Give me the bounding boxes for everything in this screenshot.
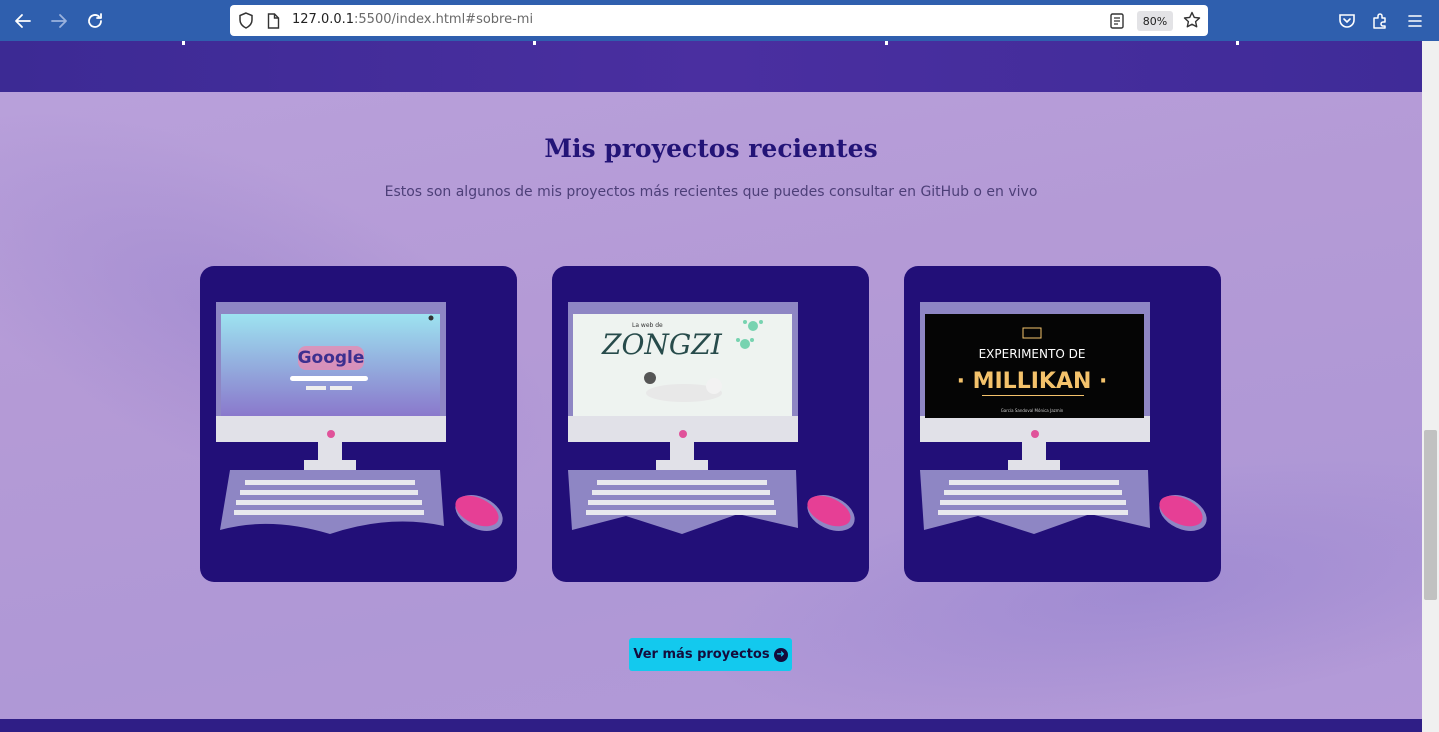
band-mark [1236, 41, 1239, 45]
pocket-icon [1339, 14, 1355, 28]
screen-title: ZONGZI [601, 328, 723, 361]
star-icon[interactable] [1183, 11, 1201, 29]
page-icon [267, 13, 280, 29]
reload-icon [88, 13, 102, 28]
previous-section-band [0, 41, 1422, 92]
extensions-button[interactable] [1367, 8, 1393, 34]
project-card-zongzi[interactable]: La web de ZONGZI [552, 266, 869, 582]
pocket-button[interactable] [1334, 8, 1360, 34]
scrollbar-thumb[interactable] [1424, 430, 1437, 600]
url-path: :5500/index.html#sobre-mi [354, 12, 534, 27]
hamburger-icon [1408, 15, 1422, 27]
band-mark [885, 41, 888, 45]
reload-button[interactable] [82, 8, 108, 34]
reader-view-icon[interactable] [1110, 13, 1124, 29]
page-viewport: Mis proyectos recientes Estos son alguno… [0, 41, 1422, 732]
back-button[interactable] [10, 8, 36, 34]
vertical-scrollbar[interactable] [1422, 41, 1439, 732]
computer-illustration: Google [216, 302, 503, 534]
section-subtitle: Estos son algunos de mis proyectos más r… [384, 184, 1038, 200]
address-bar[interactable]: 127.0.0.1:5500/index.html#sobre-mi 80% [230, 5, 1208, 36]
computer-illustration: EXPERIMENTO DE · MILLIKAN · García Sando… [920, 302, 1207, 534]
zoom-level[interactable]: 80% [1137, 11, 1173, 31]
puzzle-icon [1373, 13, 1386, 29]
project-card-google[interactable]: Google [200, 266, 517, 582]
more-projects-button[interactable]: Ver más proyectos ➜ [629, 638, 792, 671]
next-section-band [0, 719, 1422, 732]
band-mark [533, 41, 536, 45]
url-host: 127.0.0.1 [292, 12, 355, 27]
menu-button[interactable] [1402, 8, 1428, 34]
arrow-left-icon [15, 14, 31, 28]
screen-logo: Google [298, 348, 365, 368]
screen-highlight: · MILLIKAN · [957, 369, 1108, 394]
band-mark [182, 41, 185, 45]
arrow-right-circle-icon: ➜ [773, 647, 788, 662]
project-card-millikan[interactable]: EXPERIMENTO DE · MILLIKAN · García Sando… [904, 266, 1221, 582]
browser-toolbar: 127.0.0.1:5500/index.html#sobre-mi 80% [0, 0, 1439, 41]
screen-footer: García Sandoval Mónica Jazmín [1001, 408, 1064, 413]
forward-button[interactable] [46, 8, 72, 34]
url-text[interactable]: 127.0.0.1:5500/index.html#sobre-mi [292, 12, 533, 27]
section-title: Mis proyectos recientes [544, 134, 878, 163]
shield-icon[interactable] [238, 12, 254, 29]
computer-illustration: La web de ZONGZI [568, 302, 855, 534]
screen-title: EXPERIMENTO DE [979, 347, 1086, 361]
more-projects-label: Ver más proyectos [633, 647, 770, 662]
arrow-right-icon [51, 14, 67, 28]
